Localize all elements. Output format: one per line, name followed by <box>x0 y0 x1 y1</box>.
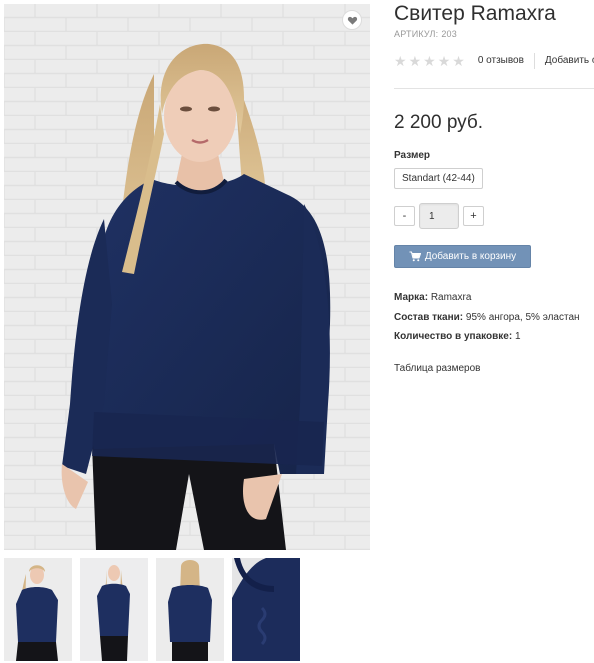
main-product-photo[interactable] <box>4 4 370 550</box>
sku-value: 203 <box>441 29 457 39</box>
thumbnail-front-full[interactable] <box>80 558 148 661</box>
reviews-link[interactable]: 0 отзывов <box>478 53 535 69</box>
quantity-plus-button[interactable]: + <box>463 206 484 226</box>
sku-label: АРТИКУЛ: <box>394 29 439 39</box>
star-icon[interactable]: ★ <box>438 54 451 68</box>
property-label: Марка: <box>394 292 429 303</box>
product-sku: АРТИКУЛ: 203 <box>394 29 457 39</box>
size-table-link[interactable]: Таблица размеров <box>394 363 480 374</box>
size-option-button[interactable]: Standart (42-44) <box>394 168 483 189</box>
property-value: Ramaxra <box>430 292 472 303</box>
cart-icon <box>409 251 421 262</box>
product-title: Свитер Ramaxra <box>394 2 556 25</box>
divider <box>394 88 594 89</box>
product-info: Свитер Ramaxra АРТИКУЛ: 203 ★ ★ ★ ★ ★ 0 о… <box>394 0 594 663</box>
property-value: 95% ангора, 5% эластан <box>465 311 580 323</box>
rating-stars[interactable]: ★ ★ ★ ★ ★ <box>394 54 465 68</box>
star-icon[interactable]: ★ <box>409 54 422 68</box>
product-price: 2 200 руб. <box>394 112 484 133</box>
thumbnail-gallery <box>4 558 300 661</box>
product-properties: Марка: Ramaxra Состав ткани: 95% ангора,… <box>394 290 580 349</box>
heart-icon <box>347 16 357 25</box>
quantity-stepper: - + <box>394 203 484 229</box>
quantity-input[interactable] <box>419 203 459 229</box>
rating-row: ★ ★ ★ ★ ★ 0 отзывов Добавить отзыв <box>394 52 594 70</box>
add-to-cart-button[interactable]: Добавить в корзину <box>394 245 531 268</box>
star-icon[interactable]: ★ <box>423 54 436 68</box>
star-icon[interactable]: ★ <box>452 54 465 68</box>
property-pack-quantity: Количество в упаковке: 1 <box>394 329 580 349</box>
model-photo <box>4 4 370 550</box>
thumbnail-detail[interactable] <box>232 558 300 661</box>
quantity-minus-button[interactable]: - <box>394 206 415 226</box>
property-brand: Марка: Ramaxra <box>394 290 580 310</box>
thumbnail-front[interactable] <box>4 558 72 661</box>
property-label: Количество в упаковке: <box>394 331 513 342</box>
star-icon[interactable]: ★ <box>394 54 407 68</box>
add-review-link[interactable]: Добавить отзыв <box>545 53 594 69</box>
property-value: 1 <box>514 331 521 342</box>
size-label: Размер <box>394 150 431 161</box>
property-label: Состав ткани: <box>394 311 464 323</box>
add-to-cart-label: Добавить в корзину <box>424 251 517 262</box>
wishlist-button[interactable] <box>342 10 362 30</box>
property-fabric: Состав ткани: 95% ангора, 5% эластан <box>394 310 580 330</box>
thumbnail-back[interactable] <box>156 558 224 661</box>
